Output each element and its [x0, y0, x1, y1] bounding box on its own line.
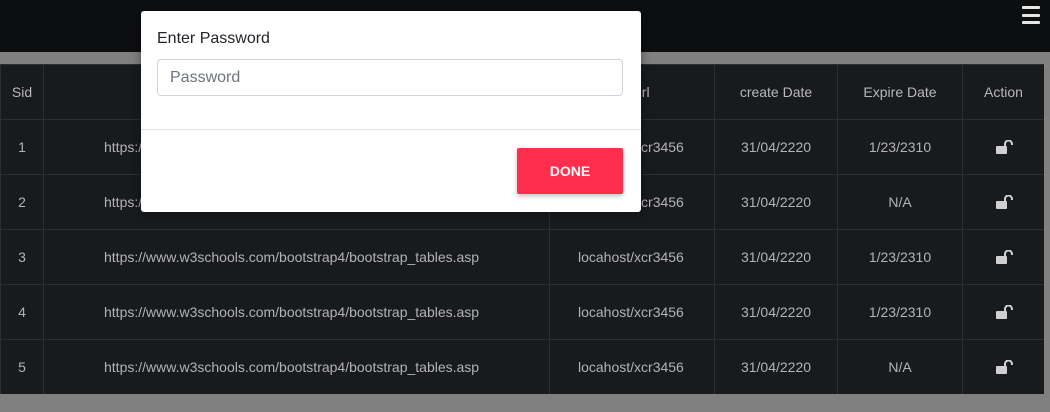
password-modal: Enter Password DONE: [141, 11, 641, 212]
table-row: 3 https://www.w3schools.com/bootstrap4/bo…: [0, 229, 1045, 285]
cell-create-date: 31/04/2220: [714, 119, 838, 175]
header-sid: Sid: [0, 64, 44, 120]
cell-action: [962, 229, 1045, 285]
table-row: 5 https://www.w3schools.com/bootstrap4/bo…: [0, 339, 1045, 395]
cell-action: [962, 284, 1045, 340]
modal-backdrop-bottom: [0, 394, 1050, 412]
cell-expire-date: N/A: [837, 339, 963, 395]
cell-create-date: 31/04/2220: [714, 174, 838, 230]
table-row: 4 https://www.w3schools.com/bootstrap4/bo…: [0, 284, 1045, 340]
header-expire-date: Expire Date: [837, 64, 963, 120]
modal-divider: [141, 129, 641, 130]
unlock-icon[interactable]: [995, 359, 1013, 375]
unlock-icon[interactable]: [995, 249, 1013, 265]
unlock-icon[interactable]: [995, 194, 1013, 210]
cell-create-date: 31/04/2220: [714, 284, 838, 340]
cell-create-date: 31/04/2220: [714, 339, 838, 395]
cell-link: https://www.w3schools.com/bootstrap4/boo…: [43, 229, 550, 285]
cell-create-date: 31/04/2220: [714, 229, 838, 285]
cell-action: [962, 119, 1045, 175]
modal-backdrop-right: [1044, 52, 1050, 412]
cell-link: https://www.w3schools.com/bootstrap4/boo…: [43, 284, 550, 340]
cell-sid: 1: [0, 119, 44, 175]
hamburger-menu-icon[interactable]: [1022, 6, 1040, 24]
password-input[interactable]: [157, 59, 623, 96]
password-label: Enter Password: [157, 30, 270, 47]
cell-sid: 5: [0, 339, 44, 395]
done-button[interactable]: DONE: [517, 148, 623, 194]
cell-url: locahost/xcr3456: [549, 284, 715, 340]
cell-expire-date: 1/23/2310: [837, 284, 963, 340]
cell-sid: 2: [0, 174, 44, 230]
unlock-icon[interactable]: [995, 304, 1013, 320]
header-action: Action: [962, 64, 1045, 120]
cell-sid: 4: [0, 284, 44, 340]
header-create-date: create Date: [714, 64, 838, 120]
cell-expire-date: 1/23/2310: [837, 229, 963, 285]
cell-url: locahost/xcr3456: [549, 229, 715, 285]
cell-url: locahost/xcr3456: [549, 339, 715, 395]
cell-link: https://www.w3schools.com/bootstrap4/boo…: [43, 339, 550, 395]
cell-expire-date: 1/23/2310: [837, 119, 963, 175]
cell-sid: 3: [0, 229, 44, 285]
unlock-icon[interactable]: [995, 139, 1013, 155]
cell-expire-date: N/A: [837, 174, 963, 230]
cell-action: [962, 174, 1045, 230]
cell-action: [962, 339, 1045, 395]
